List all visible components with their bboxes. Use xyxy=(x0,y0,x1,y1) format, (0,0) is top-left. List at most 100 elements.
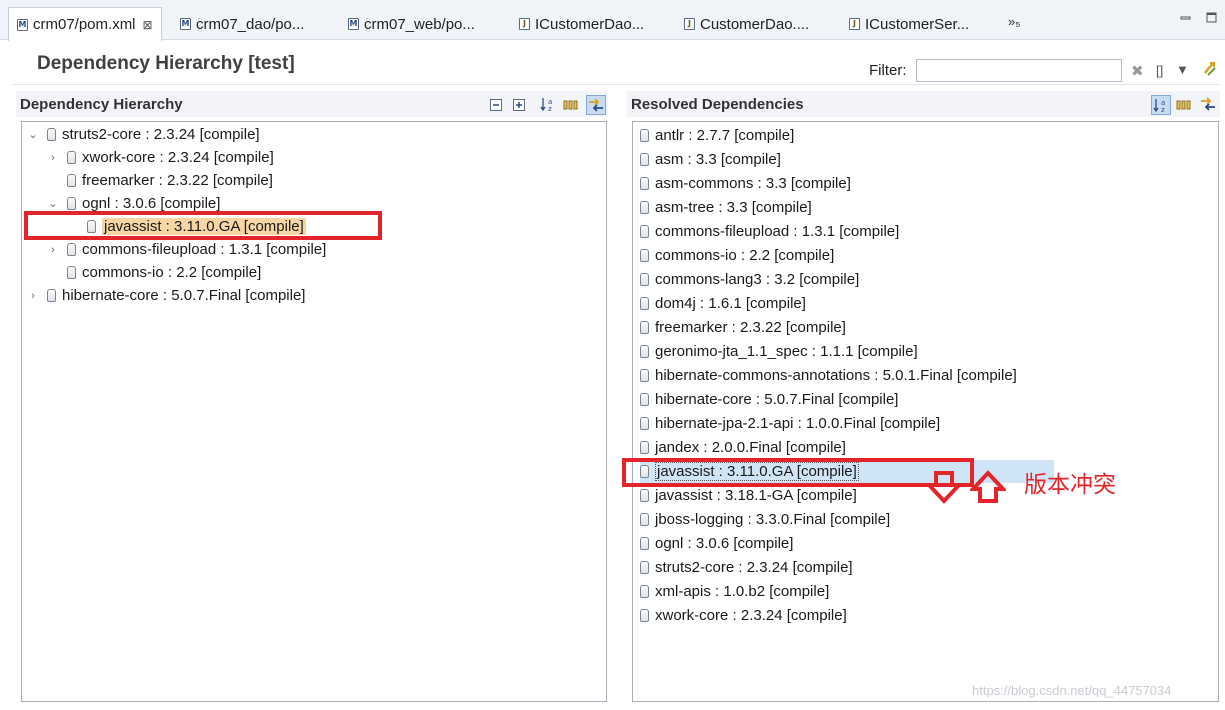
dependency-label: xml-apis : 1.0.b2 [compile] xyxy=(655,583,830,600)
tree-node-label: freemarker : 2.3.22 [compile] xyxy=(82,172,273,189)
jar-icon xyxy=(640,513,649,526)
resolved-dependency-item[interactable]: xml-apis : 1.0.b2 [compile] xyxy=(640,580,829,603)
jar-icon xyxy=(47,128,56,141)
expand-arrow-icon[interactable]: › xyxy=(47,152,59,164)
collapse-arrow-icon[interactable]: ⌄ xyxy=(27,128,39,141)
page-title: Dependency Hierarchy [test] xyxy=(37,53,295,74)
resolved-dependency-item[interactable]: geronimo-jta_1.1_spec : 1.1.1 [compile] xyxy=(640,340,918,363)
tab-label: crm07/pom.xml xyxy=(33,16,136,33)
jar-icon xyxy=(47,289,56,302)
tab-crm07-dao-pom[interactable]: M crm07_dao/po... xyxy=(180,8,304,40)
tree-node-label: xwork-core : 2.3.24 [compile] xyxy=(82,149,274,166)
jar-icon xyxy=(640,345,649,358)
link-selection-icon[interactable] xyxy=(1200,96,1216,112)
sort-alpha-icon[interactable]: az xyxy=(540,96,556,112)
dependency-label: hibernate-jpa-2.1-api : 1.0.0.Final [com… xyxy=(655,415,941,432)
jar-icon xyxy=(640,249,649,262)
expand-arrow-icon[interactable]: › xyxy=(47,244,59,256)
resolved-dependency-item[interactable]: asm-tree : 3.3 [compile] xyxy=(640,196,812,219)
tabs-overflow-button[interactable]: »₅ xyxy=(1008,14,1020,29)
resolved-dependency-item[interactable]: xwork-core : 2.3.24 [compile] xyxy=(640,604,847,627)
tab-icustomerservice[interactable]: J ICustomerSer... xyxy=(849,8,969,40)
jar-icon xyxy=(640,273,649,286)
expand-all-icon[interactable] xyxy=(511,97,527,113)
dependency-label: commons-fileupload : 1.3.1 [compile] xyxy=(655,223,900,240)
resolved-dependency-item[interactable]: commons-fileupload : 1.3.1 [compile] xyxy=(640,220,899,243)
tree-node-label: ognl : 3.0.6 [compile] xyxy=(82,195,221,212)
resolved-dependency-item[interactable]: asm-commons : 3.3 [compile] xyxy=(640,172,851,195)
jar-icon xyxy=(640,321,649,334)
tree-node[interactable]: › commons-fileupload : 1.3.1 [compile] xyxy=(47,238,326,261)
resolved-dependency-item[interactable]: jboss-logging : 3.3.0.Final [compile] xyxy=(640,508,890,531)
resolved-dependency-item[interactable]: ognl : 3.0.6 [compile] xyxy=(640,532,793,555)
filter-options-icon[interactable]: [] xyxy=(1156,63,1163,78)
resolved-dependency-item[interactable]: freemarker : 2.3.22 [compile] xyxy=(640,316,846,339)
refresh-icon[interactable] xyxy=(1202,59,1218,79)
tree-node-label: hibernate-core : 5.0.7.Final [compile] xyxy=(62,287,306,304)
jar-icon xyxy=(67,151,76,164)
jar-icon xyxy=(67,197,76,210)
jar-icon xyxy=(640,489,649,502)
resolved-dependency-item[interactable]: jandex : 2.0.0.Final [compile] xyxy=(640,436,846,459)
expand-arrow-icon[interactable]: › xyxy=(27,290,39,302)
java-file-icon: J xyxy=(519,18,530,30)
collapse-arrow-icon[interactable]: ⌄ xyxy=(47,197,59,210)
link-selection-icon[interactable] xyxy=(586,95,606,115)
resolved-dependencies-header: Resolved Dependencies xyxy=(627,91,1220,117)
resolved-dependency-item[interactable]: commons-io : 2.2 [compile] xyxy=(640,244,834,267)
tab-crm07-pom[interactable]: M crm07/pom.xml ⊠ xyxy=(8,7,162,41)
resolved-dependency-item[interactable]: antlr : 2.7.7 [compile] xyxy=(640,124,794,147)
tree-node[interactable]: › hibernate-core : 5.0.7.Final [compile] xyxy=(27,284,305,307)
dependency-label: javassist : 3.18.1-GA [compile] xyxy=(655,487,857,504)
panel-title: Dependency Hierarchy xyxy=(20,95,183,113)
minimize-icon[interactable] xyxy=(1180,12,1192,24)
editor-tab-bar: M crm07/pom.xml ⊠ M crm07_dao/po... M cr… xyxy=(0,0,1225,41)
tab-icustomerdao[interactable]: J ICustomerDao... xyxy=(519,8,644,40)
resolved-dependency-item[interactable]: hibernate-jpa-2.1-api : 1.0.0.Final [com… xyxy=(640,412,940,435)
dependency-label: asm-commons : 3.3 [compile] xyxy=(655,175,851,192)
clear-filter-icon[interactable]: ✖ xyxy=(1131,62,1144,80)
watermark: https://blog.csdn.net/qq_44757034 xyxy=(972,683,1172,698)
dependency-label: asm-tree : 3.3 [compile] xyxy=(655,199,812,216)
tab-crm07-web-pom[interactable]: M crm07_web/po... xyxy=(348,8,475,40)
jar-icon xyxy=(67,174,76,187)
show-groupid-icon[interactable] xyxy=(563,97,579,113)
resolved-dependency-item[interactable]: javassist : 3.18.1-GA [compile] xyxy=(640,484,857,507)
jar-icon xyxy=(640,129,649,142)
up-arrow-annotation xyxy=(970,470,1006,503)
tab-label: crm07_web/po... xyxy=(364,15,475,33)
dependency-label: xwork-core : 2.3.24 [compile] xyxy=(655,607,847,624)
dependency-label: ognl : 3.0.6 [compile] xyxy=(655,535,794,552)
resolved-dependency-item[interactable]: hibernate-core : 5.0.7.Final [compile] xyxy=(640,388,898,411)
tree-node[interactable]: freemarker : 2.3.22 [compile] xyxy=(47,169,273,192)
resolved-dependency-item[interactable]: struts2-core : 2.3.24 [compile] xyxy=(640,556,853,579)
resolved-dependency-item[interactable]: commons-lang3 : 3.2 [compile] xyxy=(640,268,859,291)
resolved-dependency-item[interactable]: hibernate-commons-annotations : 5.0.1.Fi… xyxy=(640,364,1017,387)
tab-label: crm07_dao/po... xyxy=(196,15,305,33)
resolved-dependency-item[interactable]: asm : 3.3 [compile] xyxy=(640,148,781,171)
collapse-all-icon[interactable] xyxy=(488,97,504,113)
jar-icon xyxy=(640,369,649,382)
tab-customerdao[interactable]: J CustomerDao.... xyxy=(684,8,809,40)
filter-input[interactable] xyxy=(916,59,1122,82)
title-separator xyxy=(12,84,1220,85)
resolved-dependency-item[interactable]: dom4j : 1.6.1 [compile] xyxy=(640,292,806,315)
jar-icon xyxy=(640,609,649,622)
tree-node[interactable]: commons-io : 2.2 [compile] xyxy=(47,261,261,284)
tree-node[interactable]: › xwork-core : 2.3.24 [compile] xyxy=(47,146,274,169)
sort-alpha-icon[interactable]: az xyxy=(1151,95,1171,115)
tree-node[interactable]: ⌄ struts2-core : 2.3.24 [compile] xyxy=(27,123,259,146)
dependency-label: hibernate-commons-annotations : 5.0.1.Fi… xyxy=(655,367,1017,384)
tab-label: ICustomerSer... xyxy=(865,15,970,33)
chevron-down-icon[interactable]: ▼ xyxy=(1176,62,1189,77)
maximize-icon[interactable] xyxy=(1206,12,1218,24)
show-groupid-icon[interactable] xyxy=(1176,97,1192,113)
dependency-label: antlr : 2.7.7 [compile] xyxy=(655,127,795,144)
jar-icon xyxy=(640,537,649,550)
version-conflict-annotation: 版本冲突 xyxy=(1024,472,1116,498)
svg-text:z: z xyxy=(1161,106,1165,113)
down-arrow-annotation xyxy=(926,471,962,504)
jar-icon xyxy=(640,297,649,310)
java-file-icon: J xyxy=(684,18,695,30)
close-tab-icon[interactable]: ⊠ xyxy=(143,18,153,32)
